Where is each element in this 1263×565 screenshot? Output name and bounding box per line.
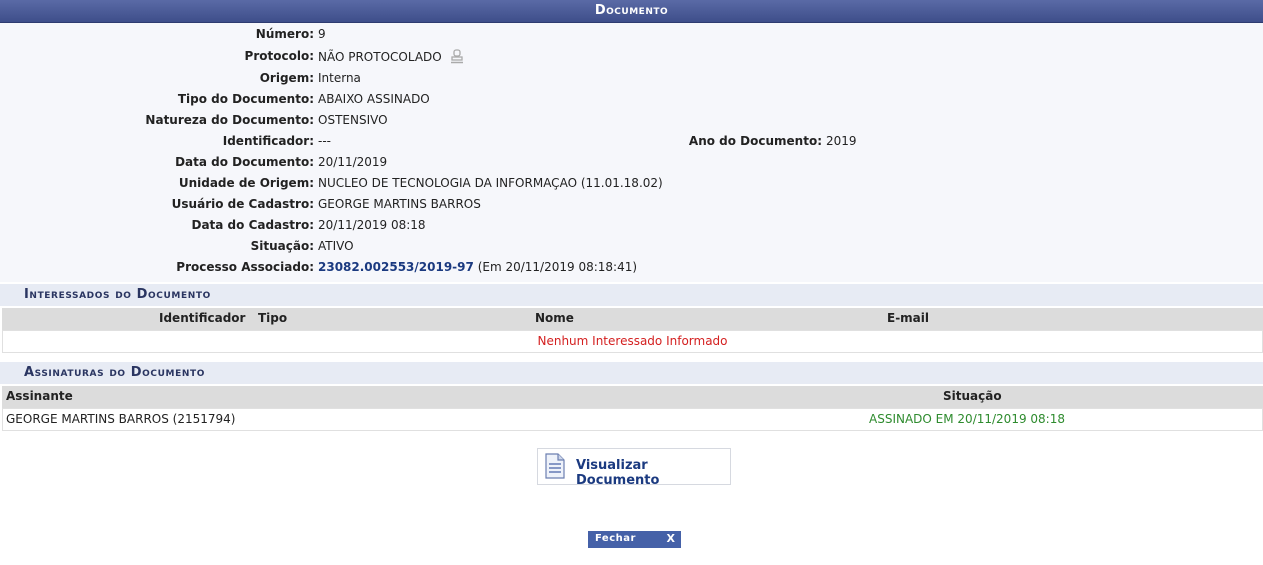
- close-button[interactable]: Fechar X: [588, 531, 681, 548]
- field-tipo: Tipo do Documento:: [0, 89, 314, 109]
- field-usuario: Usuário de Cadastro:: [0, 194, 314, 214]
- field-protocolo: Protocolo:: [0, 46, 314, 66]
- document-icon: [544, 453, 566, 479]
- field-value-natureza: OSTENSIVO: [318, 113, 388, 127]
- col-assinante: Assinante: [6, 389, 73, 403]
- field-value-data-documento: 20/11/2019: [318, 155, 388, 169]
- interessados-title: Interessados do Documento: [24, 287, 211, 302]
- field-data-documento: Data do Documento:: [0, 152, 314, 172]
- field-numero: Número:: [0, 24, 314, 44]
- field-unidade: Unidade de Origem:: [0, 173, 314, 193]
- page-title: Documento: [0, 0, 1263, 23]
- interessados-table-header: Identificador Tipo Nome E-mail: [2, 308, 1263, 330]
- field-value-origem: Interna: [318, 71, 361, 85]
- field-processo: Processo Associado:: [0, 257, 314, 277]
- close-icon: X: [666, 532, 675, 545]
- field-origem: Origem:: [0, 68, 314, 88]
- interessados-header: Interessados do Documento: [0, 284, 1263, 306]
- assinaturas-header: Assinaturas do Documento: [0, 362, 1263, 384]
- table-row: GEORGE MARTINS BARROS (2151794) ASSINADO…: [2, 408, 1263, 431]
- assinante-name: GEORGE MARTINS BARROS (2151794): [6, 412, 236, 426]
- empty-message: Nenhum Interessado Informado: [537, 334, 728, 348]
- field-label: Origem:: [259, 71, 314, 85]
- field-natureza: Natureza do Documento:: [0, 110, 314, 130]
- field-label: Tipo do Documento:: [177, 92, 314, 106]
- field-label: Natureza do Documento:: [145, 113, 314, 127]
- col-identificador: Identificador: [159, 311, 246, 325]
- field-value-situacao: ATIVO: [318, 239, 354, 253]
- field-label: Situação:: [250, 239, 314, 253]
- field-label: Número:: [255, 27, 314, 41]
- field-value-tipo: ABAIXO ASSINADO: [318, 92, 430, 106]
- assinaturas-title: Assinaturas do Documento: [24, 365, 205, 380]
- field-data-cadastro: Data do Cadastro:: [0, 215, 314, 235]
- col-tipo: Tipo: [258, 311, 288, 325]
- field-value-data-cadastro: 20/11/2019 08:18: [318, 218, 426, 232]
- processo-date: (Em 20/11/2019 08:18:41): [477, 260, 638, 274]
- col-nome: Nome: [535, 311, 574, 325]
- assinaturas-table-header: Assinante Situação: [2, 386, 1263, 408]
- interessados-empty-row: Nenhum Interessado Informado: [2, 330, 1263, 353]
- field-label: Processo Associado:: [176, 260, 314, 274]
- document-info: Número: 9 Protocolo: NÃO PROTOCOLADO Ori…: [0, 23, 1263, 282]
- field-label: Usuário de Cadastro:: [171, 197, 314, 211]
- field-label: Ano do Documento:: [688, 134, 822, 148]
- field-value-numero: 9: [318, 27, 326, 41]
- processo-link[interactable]: 23082.002553/2019-97: [318, 260, 474, 274]
- col-situacao: Situação: [943, 389, 1002, 403]
- field-label: Data do Cadastro:: [191, 218, 314, 232]
- field-value-unidade: NUCLEO DE TECNOLOGIA DA INFORMAÇAO (11.0…: [318, 176, 663, 190]
- field-ano: Ano do Documento:: [0, 131, 822, 151]
- field-value-ano: 2019: [826, 134, 857, 148]
- field-value-processo: 23082.002553/2019-97 (Em 20/11/2019 08:1…: [318, 257, 637, 277]
- field-label: Unidade de Origem:: [178, 176, 314, 190]
- field-value-usuario: GEORGE MARTINS BARROS: [318, 197, 481, 211]
- field-value-protocolo: NÃO PROTOCOLADO: [318, 50, 442, 64]
- assinatura-status: ASSINADO EM 20/11/2019 08:18: [869, 412, 1065, 426]
- stamp-icon[interactable]: [450, 49, 464, 64]
- field-label: Protocolo:: [244, 49, 314, 63]
- view-document-button[interactable]: Visualizar Documento: [537, 448, 731, 488]
- view-document-label: Visualizar Documento: [576, 458, 660, 488]
- field-situacao: Situação:: [0, 236, 314, 256]
- field-label: Data do Documento:: [175, 155, 314, 169]
- col-email: E-mail: [887, 311, 930, 325]
- close-label: Fechar: [595, 533, 636, 544]
